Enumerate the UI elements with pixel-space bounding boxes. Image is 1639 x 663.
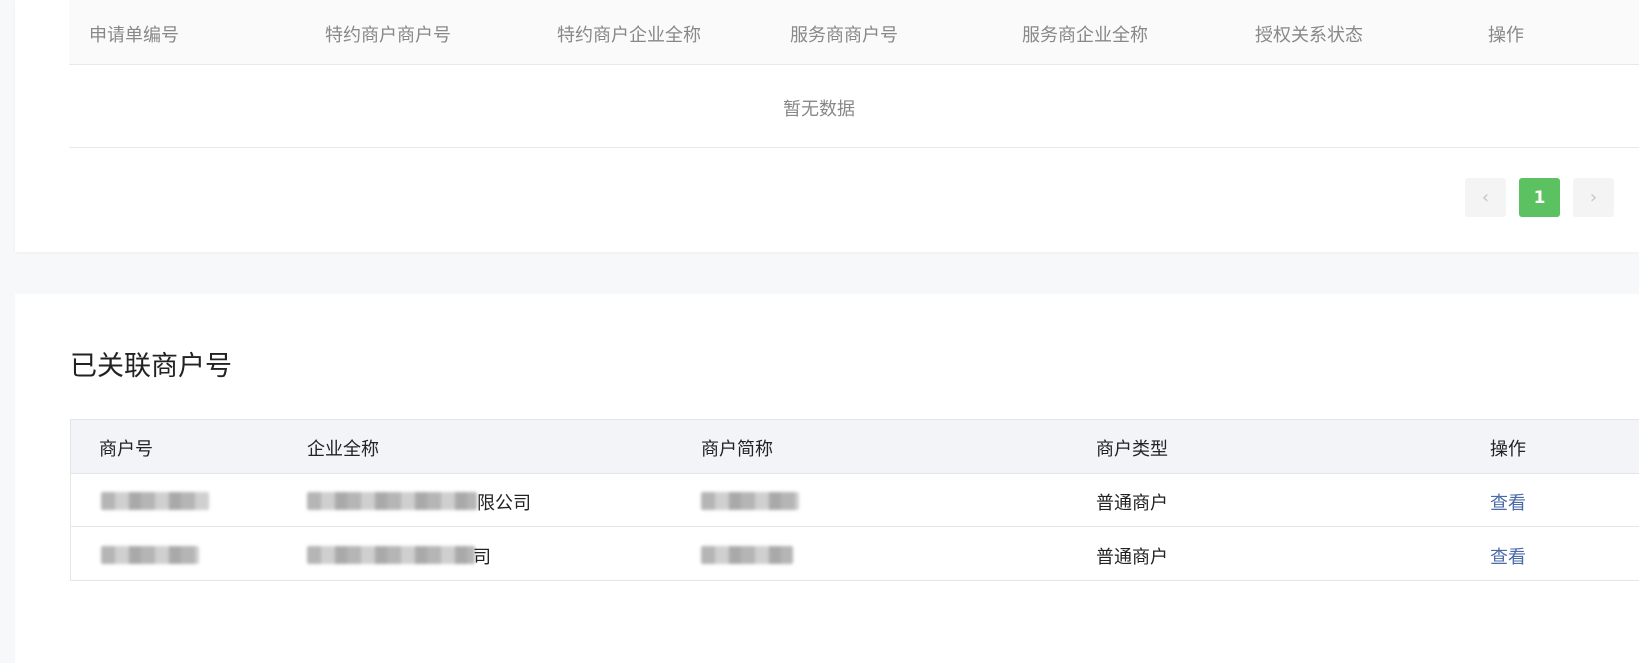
chevron-right-icon: ›	[1589, 187, 1598, 208]
redacted-merchant-no	[101, 546, 199, 564]
table-row: 限公司 普通商户 查看	[71, 474, 1639, 527]
column-actions: 操作	[1488, 25, 1524, 46]
redacted-merchant-no	[101, 492, 209, 510]
merchant-type: 普通商户	[1096, 493, 1168, 514]
authorization-card: 申请单编号 特约商户商户号 特约商户企业全称 服务商商户号 服务商企业全称 授权…	[15, 0, 1639, 252]
column-sub-merchant-name: 特约商户企业全称	[557, 25, 701, 46]
redacted-company-name	[307, 492, 477, 510]
column-merchant-type: 商户类型	[1096, 439, 1168, 460]
next-page-button[interactable]: ›	[1573, 178, 1614, 217]
view-button[interactable]: 查看	[1490, 489, 1526, 515]
section-title: 已关联商户号	[70, 351, 232, 382]
column-actions: 操作	[1490, 439, 1526, 460]
column-sub-merchant-no: 特约商户商户号	[325, 25, 451, 46]
table-row: 司 普通商户 查看	[71, 528, 1639, 581]
page-1-button[interactable]: 1	[1519, 178, 1560, 217]
empty-state-text: 暂无数据	[783, 99, 855, 120]
chevron-left-icon: ‹	[1481, 187, 1490, 208]
page-number: 1	[1533, 187, 1546, 208]
column-provider-no: 服务商商户号	[790, 25, 898, 46]
linked-merchants-card: 已关联商户号 商户号 企业全称 商户简称 商户类型 操作 限公司 普通商户 查看…	[15, 294, 1639, 663]
column-company-name: 企业全称	[307, 439, 379, 460]
company-name-suffix: 限公司	[477, 493, 531, 514]
column-application-no: 申请单编号	[89, 25, 179, 46]
column-auth-status: 授权关系状态	[1255, 25, 1363, 46]
redacted-short-name	[701, 546, 793, 564]
column-provider-name: 服务商企业全称	[1022, 25, 1148, 46]
merchant-type: 普通商户	[1096, 547, 1168, 568]
linked-merchants-table: 商户号 企业全称 商户简称 商户类型 操作 限公司 普通商户 查看 司 普通商户…	[70, 419, 1639, 581]
redacted-company-name	[307, 546, 475, 564]
prev-page-button[interactable]: ‹	[1465, 178, 1506, 217]
column-merchant-no: 商户号	[99, 439, 153, 460]
auth-table-header: 申请单编号 特约商户商户号 特约商户企业全称 服务商商户号 服务商企业全称 授权…	[69, 0, 1639, 65]
linked-table-header: 商户号 企业全称 商户简称 商户类型 操作	[71, 420, 1639, 474]
company-name-suffix: 司	[473, 547, 491, 568]
redacted-short-name	[701, 492, 799, 510]
empty-state-row: 暂无数据	[69, 65, 1639, 148]
column-short-name: 商户简称	[701, 439, 773, 460]
view-button[interactable]: 查看	[1490, 543, 1526, 569]
